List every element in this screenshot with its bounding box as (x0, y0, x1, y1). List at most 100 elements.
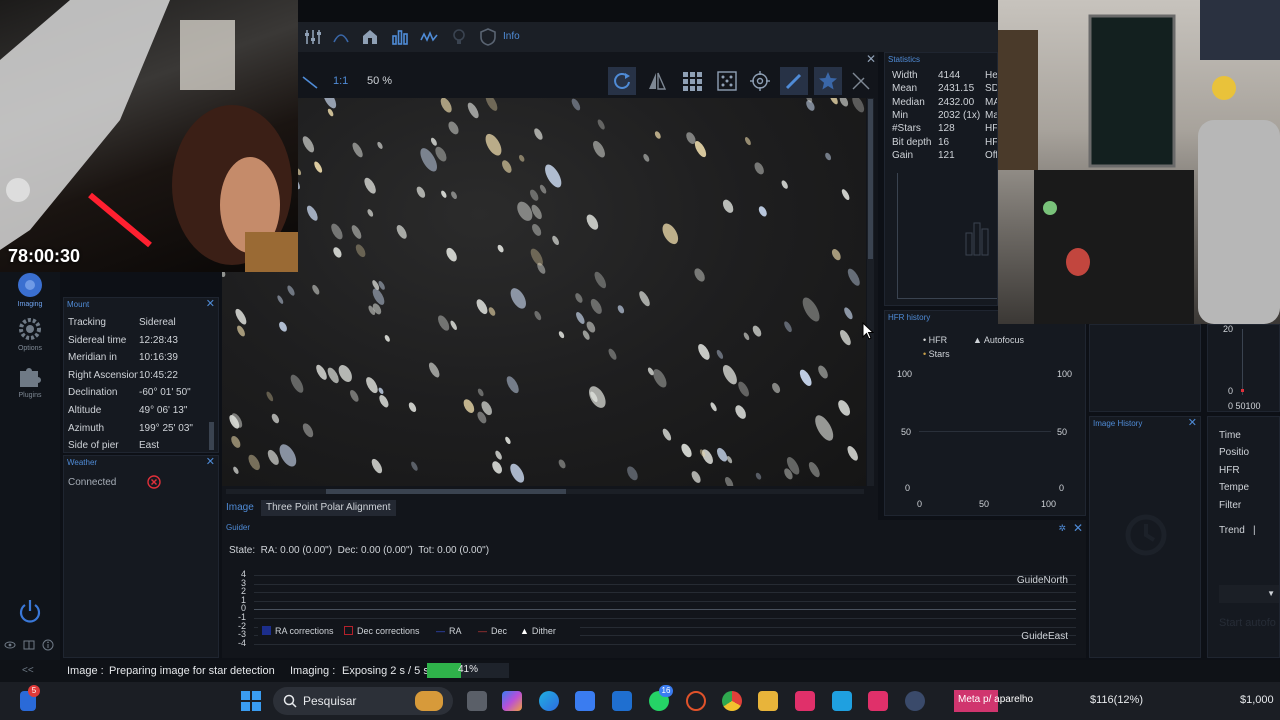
book-icon[interactable] (23, 639, 35, 651)
gear-icon (19, 318, 41, 340)
sidebar-item-imaging[interactable]: Imaging (0, 272, 60, 308)
star-blob (722, 199, 734, 213)
statistics-row-extra: SD (985, 83, 998, 95)
guider-legend-item: ▲ Dither (520, 626, 556, 636)
eye-icon[interactable] (4, 640, 16, 650)
statistics-row: Median 2432.00 MA (892, 97, 997, 108)
stream-timer: 78:00:30 (8, 246, 81, 266)
start-autofocus-button[interactable]: Start autofo (1219, 617, 1276, 629)
app-pink-icon[interactable] (868, 691, 888, 711)
hfr-y-right-tick: 100 (1057, 369, 1073, 379)
progress-text: 41% (458, 664, 479, 675)
whatsapp-badge: 16 (659, 685, 673, 697)
search-input[interactable]: Pesquisar (273, 687, 453, 715)
refresh-button[interactable] (608, 67, 636, 95)
weather-close-icon[interactable]: ✕ (206, 457, 215, 468)
nina-icon[interactable] (905, 691, 925, 711)
lightbulb-icon[interactable] (450, 28, 468, 46)
image-vertical-scrollbar[interactable] (867, 98, 874, 486)
refresh-icon (614, 73, 630, 89)
copilot-icon[interactable] (502, 691, 522, 711)
arc-icon[interactable] (332, 28, 350, 46)
flip-icon[interactable] (646, 70, 668, 92)
star-blob (722, 365, 737, 385)
image-history-panel: Image History ✕ (1089, 416, 1201, 658)
weather-panel: Weather ✕ Connected (63, 455, 219, 658)
info-tab[interactable]: Info (503, 31, 520, 42)
folder-icon[interactable] (758, 691, 778, 711)
image-status-text: Preparing image for star detection (109, 665, 275, 677)
star-blob (844, 307, 853, 320)
star-blob (416, 186, 426, 198)
guider-settings-icon[interactable]: ✲ (1058, 523, 1066, 534)
sidebar-item-options[interactable]: Options (0, 316, 60, 352)
fit-line-icon[interactable] (300, 72, 320, 92)
star-image[interactable] (222, 98, 866, 486)
magic-wand-icon (785, 73, 802, 90)
capture-icon[interactable] (832, 691, 852, 711)
star-blob (428, 362, 440, 378)
office-icon[interactable] (686, 691, 706, 711)
star-blob (233, 466, 239, 474)
task-view-icon[interactable] (467, 691, 487, 711)
star-blob (716, 349, 724, 359)
store-icon[interactable] (575, 691, 595, 711)
mount-row-label: Tracking (68, 317, 106, 328)
webcam-right (998, 0, 1280, 324)
guider-graph: 4 3 2 1 0 -1 -2 -3 -4 GuideNorth GuideEast RA co… (230, 569, 1080, 648)
image-horizontal-scrollbar[interactable] (226, 489, 864, 494)
info-icon[interactable] (42, 639, 54, 651)
edge-icon[interactable] (539, 691, 559, 711)
statistics-row: Gain 121 Off (892, 150, 997, 161)
star-blob (839, 98, 849, 107)
star-blob (744, 137, 751, 146)
mount-scrollbar[interactable] (209, 422, 214, 450)
history-icon (1125, 514, 1167, 556)
collapse-button[interactable]: << (22, 665, 34, 676)
star-blob (799, 369, 812, 386)
guider-gridline (254, 600, 1076, 602)
disconnected-icon[interactable] (147, 475, 161, 489)
tab-three-point-polar-alignment[interactable]: Three Point Polar Alignment (261, 500, 396, 516)
star-blob (694, 268, 705, 282)
sliders-icon[interactable] (304, 28, 322, 46)
annotate-button[interactable] (780, 67, 808, 95)
statistics-row-value: 121 (938, 149, 955, 161)
bar-chart-icon[interactable] (391, 28, 409, 46)
star-blob (784, 321, 792, 333)
tab-image[interactable]: Image (226, 502, 254, 516)
shield-icon[interactable] (479, 28, 497, 46)
onenote-icon[interactable] (795, 691, 815, 711)
sidebar-item-plugins[interactable]: Plugins (0, 363, 60, 399)
star-blob (840, 329, 851, 346)
star-button[interactable] (814, 67, 842, 95)
star-blob (539, 184, 547, 194)
app-icon[interactable] (612, 691, 632, 711)
guider-gridline (254, 609, 1076, 611)
crosshair-icon[interactable] (749, 70, 771, 92)
star-blob (364, 177, 376, 194)
statistics-row-label: Min (892, 109, 909, 121)
star-blob (802, 297, 820, 322)
star-blob (530, 248, 543, 266)
observatory-icon[interactable] (361, 28, 379, 46)
waveform-icon[interactable] (420, 28, 438, 46)
hfr-y-left-tick: 100 (897, 369, 913, 379)
star-blob (450, 320, 457, 331)
mount-row: Side of pier East (68, 440, 208, 452)
image-history-close-icon[interactable]: ✕ (1188, 418, 1197, 429)
star-blob (290, 374, 304, 393)
mount-close-icon[interactable]: ✕ (206, 299, 215, 310)
windows-start-icon[interactable] (241, 691, 261, 711)
power-icon[interactable] (17, 598, 43, 624)
imaging-status-label: Imaging : (290, 665, 336, 677)
grid-icon[interactable] (681, 70, 703, 92)
star-blob (735, 405, 746, 419)
zoom-1to1-button[interactable]: 1:1 (333, 75, 348, 87)
guider-close-icon[interactable]: ✕ (1073, 521, 1083, 535)
star-detect-grid-icon[interactable] (716, 70, 738, 92)
mount-title: Mount (67, 300, 90, 309)
crop-icon[interactable] (850, 70, 872, 92)
chrome-icon[interactable] (722, 691, 742, 711)
filter-dropdown[interactable]: ▼ (1219, 585, 1279, 603)
